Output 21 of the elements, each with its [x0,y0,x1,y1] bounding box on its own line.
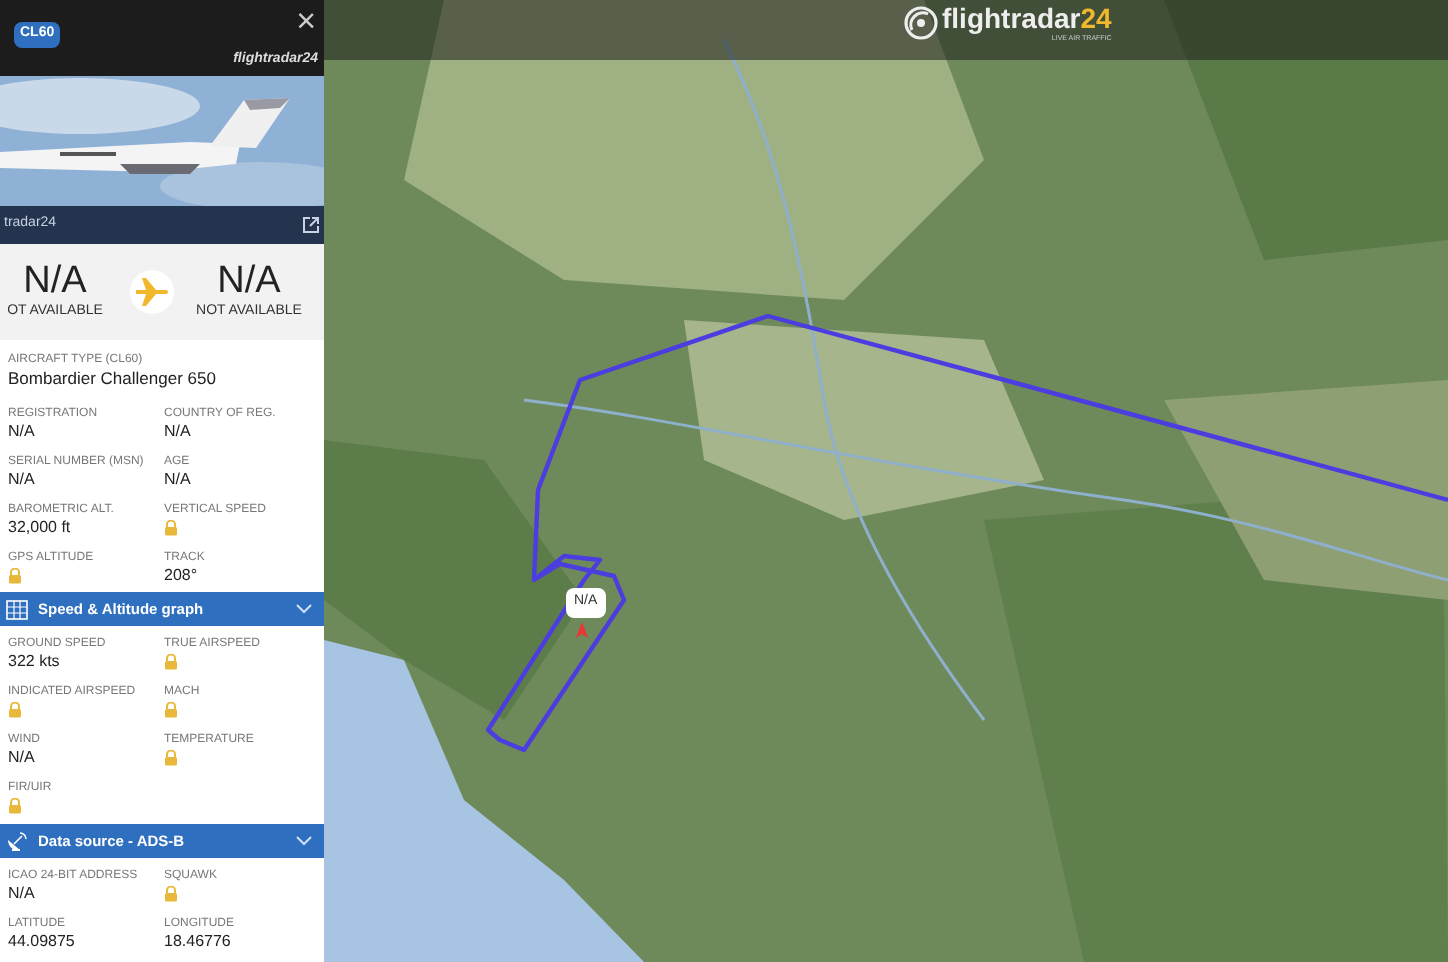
field-value: N/A [164,422,193,440]
external-link-icon[interactable] [302,216,320,234]
chevron-icon [296,604,312,614]
field-value: 32,000 ft [8,518,73,536]
field-value: 18.46776 [164,932,233,950]
field-value: N/A [8,884,37,902]
chart-grid-icon [6,599,28,619]
close-button[interactable]: × [296,4,316,38]
destination-airport-code: N/A [217,261,281,302]
satellite-dish-icon [6,831,28,851]
field-value: 208° [164,566,200,584]
field-value: N/A [8,748,37,766]
airplane-icon [136,278,168,306]
origin-airport-code: N/A [23,261,87,302]
field-value: Bombardier Challenger 650 [8,368,218,388]
field-value: N/A [8,422,37,440]
chevron-icon [296,836,312,846]
field-value: N/A [8,470,37,488]
field-value: N/A [164,470,193,488]
field-value: 322 kts [8,652,62,670]
field-value: 44.09875 [8,932,77,950]
